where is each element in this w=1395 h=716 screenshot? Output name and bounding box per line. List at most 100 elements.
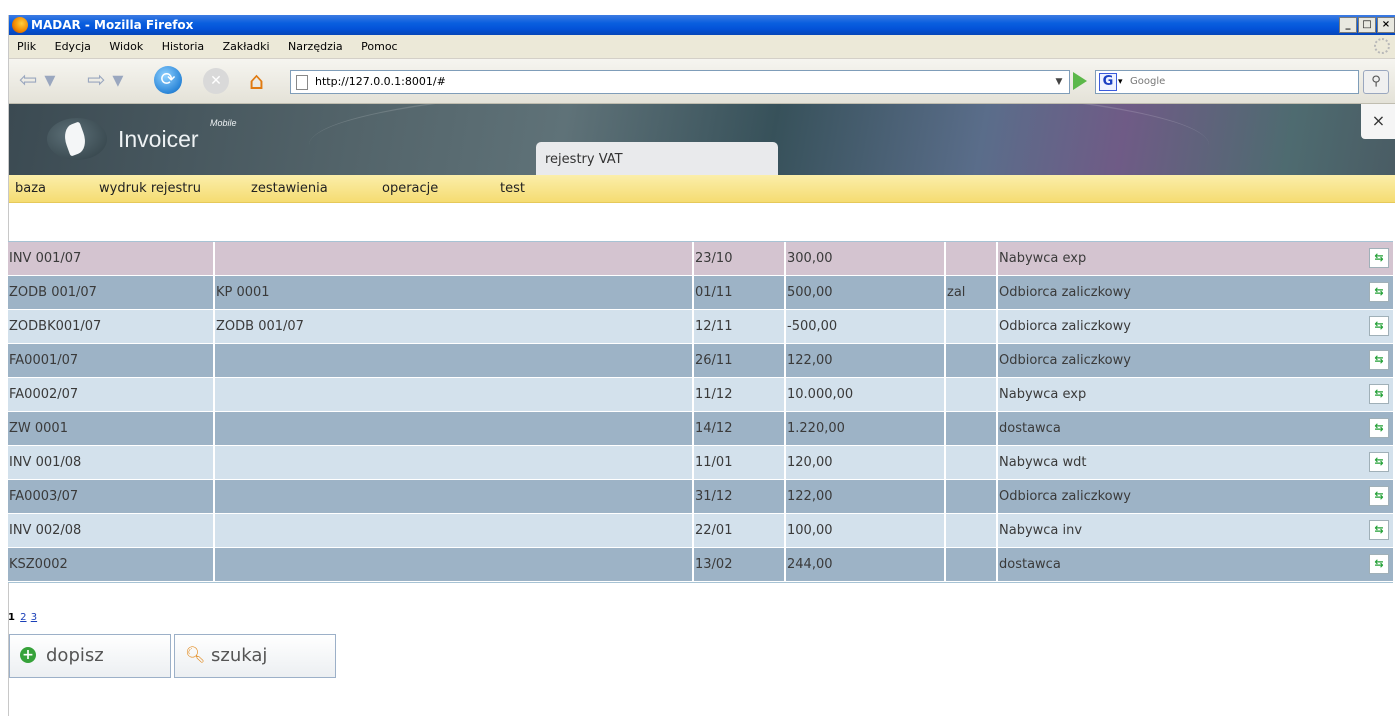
table-row[interactable]: KSZ0002 13/02 244,00 dostawca ⇆ — [8, 548, 1393, 582]
menu-zestawienia[interactable]: zestawienia — [251, 175, 328, 202]
row-doc-cell: INV 002/08 — [8, 514, 215, 547]
tab-rejestry-vat[interactable]: rejestry VAT — [536, 142, 778, 175]
swap-arrows-icon[interactable]: ⇆ — [1369, 384, 1389, 404]
tab-label: rejestry VAT — [545, 152, 623, 167]
back-arrow-icon[interactable]: ⇦ ▾ — [19, 66, 55, 96]
swap-arrows-icon[interactable]: ⇆ — [1369, 282, 1389, 302]
app-header: Invoicer Mobile rejestry VAT × — [9, 104, 1395, 175]
table-row[interactable]: ZW 0001 14/12 1.220,00 dostawca ⇆ — [8, 412, 1393, 446]
row-date-cell: 13/02 — [694, 548, 786, 581]
menu-wydruk-rejestru[interactable]: wydruk rejestru — [99, 175, 201, 202]
row-ref-cell: ZODB 001/07 — [215, 310, 694, 343]
maximize-button[interactable]: □ — [1358, 17, 1376, 33]
row-amount-cell: 122,00 — [786, 480, 946, 513]
swap-arrows-icon[interactable]: ⇆ — [1369, 520, 1389, 540]
table-row[interactable]: ZODBK001/07 ZODB 001/07 12/11 -500,00 Odbior… — [8, 310, 1393, 344]
vat-register-grid: INV 001/07 23/10 300,00 Nabywca exp ⇆ ZODB 00… — [8, 241, 1393, 583]
table-row[interactable]: INV 002/08 22/01 100,00 Nabywca inv ⇆ — [8, 514, 1393, 548]
chevron-down-icon[interactable]: ▼ — [1049, 71, 1069, 93]
row-party-cell: Nabywca inv — [999, 523, 1083, 538]
web-search-box[interactable]: G ▾ Google — [1095, 70, 1359, 94]
row-amount-cell: 10.000,00 — [786, 378, 946, 411]
row-party-cell: Odbiorca zaliczkowy — [999, 353, 1131, 368]
row-amount-cell: 122,00 — [786, 344, 946, 377]
row-doc-cell: FA0001/07 — [8, 344, 215, 377]
minimize-button[interactable]: _ — [1339, 17, 1357, 33]
url-text[interactable]: http://127.0.0.1:8001/# — [315, 71, 446, 93]
row-amount-cell: 244,00 — [786, 548, 946, 581]
menu-test[interactable]: test — [500, 175, 525, 202]
search-button[interactable]: 🔍︎ szukaj — [174, 634, 336, 678]
menu-operacje[interactable]: operacje — [382, 175, 438, 202]
forward-arrow-icon[interactable]: ⇨ ▾ — [87, 66, 123, 96]
logo-text: Invoicer — [118, 126, 199, 152]
menu-baza[interactable]: baza — [15, 175, 46, 202]
add-button-label: dopisz — [46, 645, 104, 666]
url-bar[interactable]: http://127.0.0.1:8001/# ▼ — [290, 70, 1070, 94]
row-date-cell: 31/12 — [694, 480, 786, 513]
row-party-cell: Odbiorca zaliczkowy — [999, 489, 1131, 504]
search-icon[interactable]: ⚲ — [1363, 70, 1389, 94]
row-ref-cell — [215, 514, 694, 547]
menu-edycja[interactable]: Edycja — [55, 40, 91, 53]
swap-arrows-icon[interactable]: ⇆ — [1369, 452, 1389, 472]
swap-arrows-icon[interactable]: ⇆ — [1369, 316, 1389, 336]
table-row[interactable]: FA0001/07 26/11 122,00 Odbiorca zaliczkowy ⇆ — [8, 344, 1393, 378]
row-doc-cell: KSZ0002 — [8, 548, 215, 581]
swap-arrows-icon[interactable]: ⇆ — [1369, 248, 1389, 268]
row-doc-cell: INV 001/07 — [8, 242, 215, 275]
app-menu: baza wydruk rejestru zestawienia operacj… — [9, 175, 1395, 203]
menu-pomoc[interactable]: Pomoc — [361, 40, 397, 53]
row-ref-cell — [215, 446, 694, 479]
close-window-button[interactable]: × — [1377, 17, 1395, 33]
go-arrow-icon[interactable] — [1073, 72, 1087, 90]
reload-icon[interactable]: ⟳ — [154, 66, 182, 94]
row-doc-cell: FA0003/07 — [8, 480, 215, 513]
table-row[interactable]: FA0002/07 11/12 10.000,00 Nabywca exp ⇆ — [8, 378, 1393, 412]
row-ref-cell — [215, 480, 694, 513]
row-ref-cell — [215, 344, 694, 377]
table-row[interactable]: INV 001/08 11/01 120,00 Nabywca wdt ⇆ — [8, 446, 1393, 480]
row-doc-cell: ZW 0001 — [8, 412, 215, 445]
window-title: MADAR - Mozilla Firefox — [31, 18, 194, 32]
menu-zakladki[interactable]: Zakładki — [223, 40, 270, 53]
row-party-cell: Odbiorca zaliczkowy — [999, 319, 1131, 334]
row-flag-cell — [946, 548, 998, 581]
table-row[interactable]: ZODB 001/07 KP 0001 01/11 500,00 zal Odbiorca… — [8, 276, 1393, 310]
home-icon[interactable]: ⌂ — [249, 66, 264, 96]
swap-arrows-icon[interactable]: ⇆ — [1369, 418, 1389, 438]
pager-link-3[interactable]: 3 — [31, 612, 37, 623]
menu-historia[interactable]: Historia — [162, 40, 204, 53]
swap-arrows-icon[interactable]: ⇆ — [1369, 350, 1389, 370]
row-amount-cell: 100,00 — [786, 514, 946, 547]
google-engine-icon[interactable]: G — [1099, 73, 1117, 91]
row-date-cell: 12/11 — [694, 310, 786, 343]
table-row[interactable]: FA0003/07 31/12 122,00 Odbiorca zaliczkowy ⇆ — [8, 480, 1393, 514]
table-row[interactable]: INV 001/07 23/10 300,00 Nabywca exp ⇆ — [8, 242, 1393, 276]
menu-widok[interactable]: Widok — [109, 40, 143, 53]
row-party-cell: Nabywca exp — [999, 387, 1087, 402]
pager-link-2[interactable]: 2 — [20, 612, 26, 623]
menu-plik[interactable]: Plik — [17, 40, 36, 53]
add-button[interactable]: + dopisz — [9, 634, 171, 678]
swap-arrows-icon[interactable]: ⇆ — [1369, 554, 1389, 574]
window-controls: _ □ × — [1339, 17, 1395, 33]
row-party-cell: Nabywca wdt — [999, 455, 1087, 470]
engine-dropdown-icon[interactable]: ▾ — [1118, 71, 1123, 93]
row-ref-cell — [215, 548, 694, 581]
row-party-cell: dostawca — [999, 421, 1061, 436]
stop-icon[interactable]: ✕ — [203, 68, 229, 94]
row-date-cell: 11/01 — [694, 446, 786, 479]
magnifier-icon: 🔍︎ — [185, 645, 206, 664]
swap-arrows-icon[interactable]: ⇆ — [1369, 486, 1389, 506]
menu-narzedzia[interactable]: Narzędzia — [288, 40, 343, 53]
row-flag-cell — [946, 310, 998, 343]
throbber-icon — [1374, 38, 1390, 54]
row-flag-cell — [946, 242, 998, 275]
row-date-cell: 01/11 — [694, 276, 786, 309]
row-flag-cell — [946, 412, 998, 445]
close-icon[interactable]: × — [1361, 104, 1395, 139]
row-date-cell: 23/10 — [694, 242, 786, 275]
row-doc-cell: ZODBK001/07 — [8, 310, 215, 343]
row-amount-cell: 1.220,00 — [786, 412, 946, 445]
